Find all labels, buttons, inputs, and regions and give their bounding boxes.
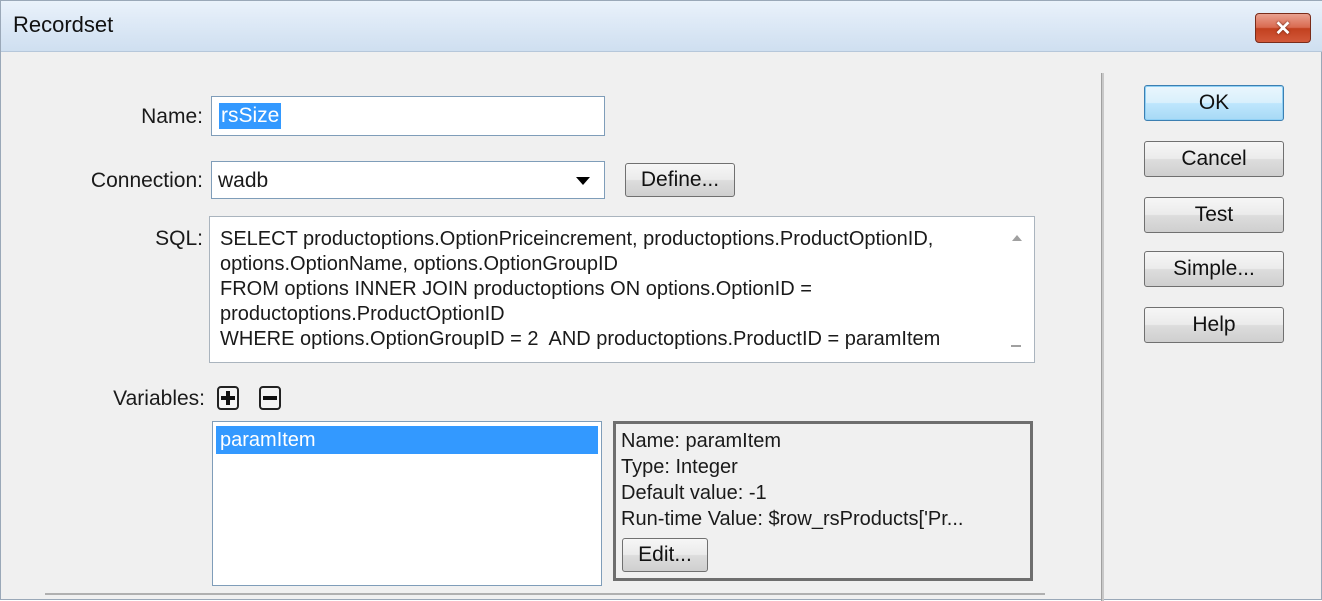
close-icon: ✕ — [1274, 17, 1292, 40]
connection-label: Connection: — [90, 169, 203, 192]
plus-icon — [221, 391, 235, 405]
sql-line: FROM options INNER JOIN productoptions O… — [220, 278, 812, 300]
detail-default: Default value: -1 — [621, 482, 767, 504]
variables-label: Variables: — [113, 387, 205, 410]
list-item[interactable]: paramItem — [216, 426, 598, 454]
edit-variable-button[interactable]: Edit... — [622, 538, 708, 572]
detail-runtime: Run-time Value: $row_rsProducts['Pr... — [621, 508, 964, 530]
detail-type: Type: Integer — [621, 456, 738, 478]
scroll-up-icon[interactable] — [1012, 235, 1022, 241]
sql-line: WHERE options.OptionGroupID = 2 AND prod… — [220, 328, 941, 350]
cancel-button[interactable]: Cancel — [1144, 141, 1284, 177]
vertical-divider — [1101, 73, 1104, 601]
remove-variable-button[interactable] — [259, 386, 281, 410]
add-variable-button[interactable] — [217, 386, 239, 410]
title-bar: Recordset ✕ — [1, 1, 1322, 52]
divider — [45, 593, 1045, 595]
window-title: Recordset — [13, 12, 114, 37]
variables-list[interactable]: paramItem — [212, 421, 602, 586]
minus-icon — [263, 396, 277, 400]
connection-select-value: wadb — [218, 169, 269, 192]
sql-label: SQL: — [155, 227, 203, 250]
ok-button[interactable]: OK — [1144, 85, 1284, 121]
name-input-value: rsSize — [219, 103, 282, 129]
define-button[interactable]: Define... — [625, 163, 735, 197]
sql-line: options.OptionName, options.OptionGroupI… — [220, 253, 618, 275]
variable-details-panel: Name: paramItem Type: Integer Default va… — [613, 421, 1033, 581]
test-button[interactable]: Test — [1144, 197, 1284, 233]
name-label: Name: — [141, 105, 203, 128]
scroll-down-icon[interactable] — [1011, 345, 1021, 347]
chevron-down-icon — [576, 177, 590, 185]
simple-button[interactable]: Simple... — [1144, 251, 1284, 287]
recordset-dialog: Recordset ✕ Name: rsSize Connection: wad… — [0, 0, 1322, 601]
sql-line: SELECT productoptions.OptionPriceincreme… — [220, 228, 934, 250]
sql-textarea[interactable]: SELECT productoptions.OptionPriceincreme… — [209, 216, 1035, 363]
connection-select[interactable]: wadb — [211, 161, 605, 199]
help-button[interactable]: Help — [1144, 307, 1284, 343]
sql-line: productoptions.ProductOptionID — [220, 303, 505, 325]
detail-name: Name: paramItem — [621, 430, 782, 452]
close-button[interactable]: ✕ — [1255, 13, 1311, 43]
name-input[interactable]: rsSize — [211, 96, 605, 136]
